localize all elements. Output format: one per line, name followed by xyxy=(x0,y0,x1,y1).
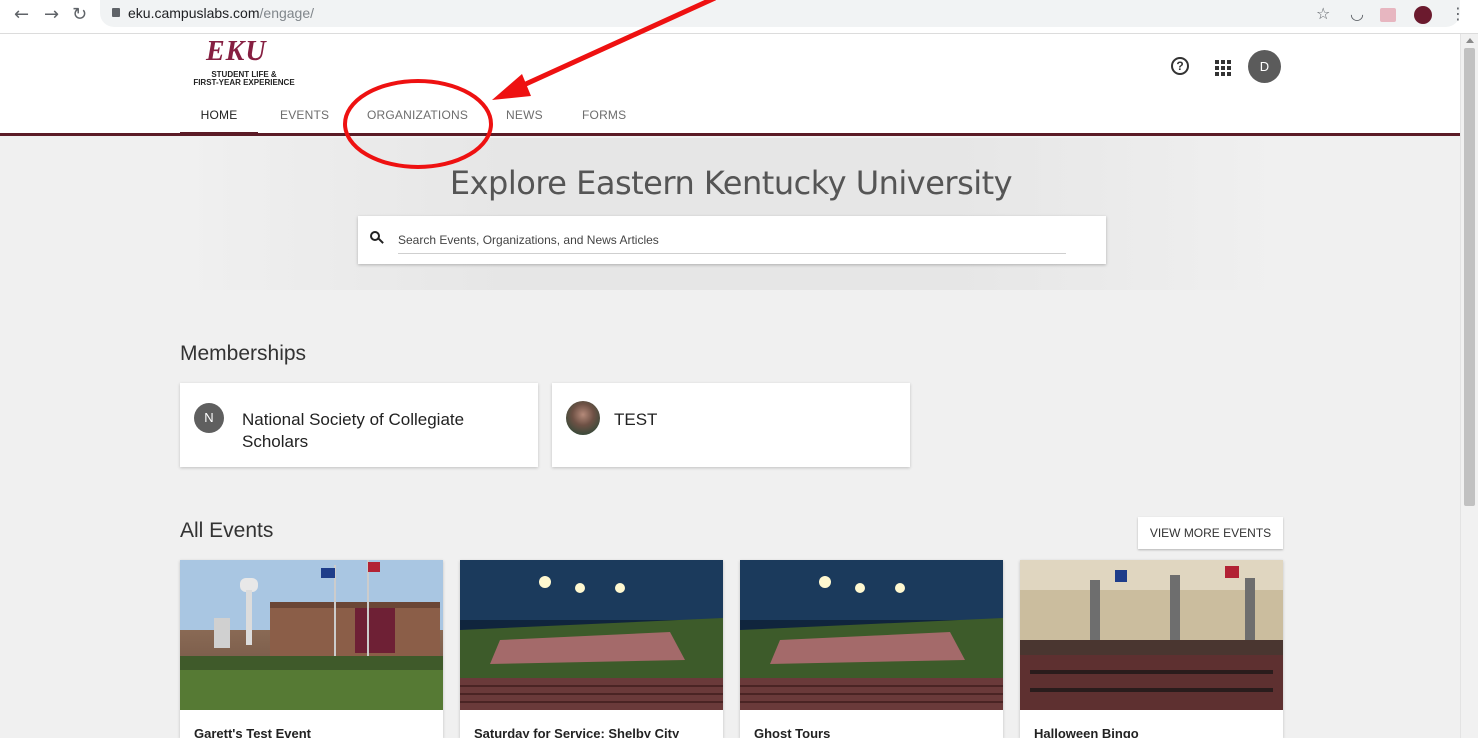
tab-forms[interactable]: FORMS xyxy=(582,100,626,133)
event-card[interactable]: Halloween Bingo xyxy=(1020,560,1283,738)
tab-home[interactable]: HOME xyxy=(180,100,258,135)
bookmark-star-icon[interactable]: ☆ xyxy=(1316,4,1330,23)
hero-title: Explore Eastern Kentucky University xyxy=(449,164,1013,202)
url-text: eku.campuslabs.com/engage/ xyxy=(128,5,315,21)
view-more-events-button[interactable]: VIEW MORE EVENTS xyxy=(1138,517,1283,549)
forward-icon[interactable]: → xyxy=(44,4,59,25)
search-box[interactable]: Search Events, Organizations, and News A… xyxy=(358,216,1106,264)
event-title: Halloween Bingo xyxy=(1034,726,1139,738)
search-underline xyxy=(398,253,1066,254)
eku-logo[interactable]: EKU STUDENT LIFE & FIRST-YEAR EXPERIENCE xyxy=(180,38,310,87)
memberships-title: Memberships xyxy=(180,342,307,365)
tab-events[interactable]: EVENTS xyxy=(280,100,329,133)
user-avatar[interactable]: D xyxy=(1248,50,1281,83)
browser-toolbar: ← → ↻ eku.campuslabs.com/engage/ ☆ ◡ ⋮ xyxy=(0,0,1478,34)
tab-organizations[interactable]: ORGANIZATIONS xyxy=(367,100,468,133)
event-image xyxy=(460,560,723,710)
org-name-line-1: National Society of Collegiate xyxy=(242,410,465,429)
org-name: TEST xyxy=(614,410,658,429)
hero-section: Explore Eastern Kentucky University Sear… xyxy=(180,138,1282,290)
scroll-up-icon[interactable] xyxy=(1466,38,1474,43)
event-title: Ghost Tours xyxy=(754,726,831,738)
site-header: EKU STUDENT LIFE & FIRST-YEAR EXPERIENCE… xyxy=(0,34,1460,136)
logo-line-2: FIRST-YEAR EXPERIENCE xyxy=(193,78,295,87)
event-image xyxy=(1020,560,1283,710)
active-tab-underline xyxy=(180,132,258,135)
all-events-title: All Events xyxy=(180,519,274,542)
address-bar[interactable]: eku.campuslabs.com/engage/ xyxy=(100,0,1460,27)
org-name: National Society of Collegiate Scholars xyxy=(242,409,464,453)
membership-card[interactable]: N National Society of Collegiate Scholar… xyxy=(180,383,538,467)
event-card[interactable]: Garett's Test Event xyxy=(180,560,443,738)
event-title: Garett's Test Event xyxy=(194,726,311,738)
reload-icon[interactable]: ↻ xyxy=(72,4,87,25)
org-name-line-2: Scholars xyxy=(242,432,309,451)
event-title: Saturday for Service: Shelby City xyxy=(474,726,680,738)
event-image xyxy=(180,560,443,710)
tab-news[interactable]: NEWS xyxy=(506,100,543,133)
page-scrollbar[interactable] xyxy=(1460,34,1478,738)
profile-avatar-icon[interactable] xyxy=(1414,6,1432,24)
logo-mark: EKU xyxy=(206,36,267,67)
tab-home-label: HOME xyxy=(200,108,238,122)
apps-grid-icon[interactable] xyxy=(1208,52,1238,82)
back-icon[interactable]: ← xyxy=(14,4,29,25)
org-avatar: N xyxy=(194,403,224,433)
scrollbar-thumb[interactable] xyxy=(1464,48,1475,506)
org-photo-avatar xyxy=(566,401,600,435)
search-input[interactable]: Search Events, Organizations, and News A… xyxy=(398,233,659,247)
lock-icon xyxy=(112,8,120,17)
search-icon xyxy=(370,231,384,245)
browser-menu-icon[interactable]: ⋮ xyxy=(1450,4,1466,23)
help-icon[interactable]: ? xyxy=(1166,52,1196,82)
event-image xyxy=(740,560,1003,710)
event-card[interactable]: Ghost Tours xyxy=(740,560,1003,738)
extension-badge-icon[interactable] xyxy=(1380,8,1396,22)
membership-card[interactable]: TEST xyxy=(552,383,910,467)
event-card[interactable]: Saturday for Service: Shelby City xyxy=(460,560,723,738)
extension-icon[interactable]: ◡ xyxy=(1350,4,1364,23)
